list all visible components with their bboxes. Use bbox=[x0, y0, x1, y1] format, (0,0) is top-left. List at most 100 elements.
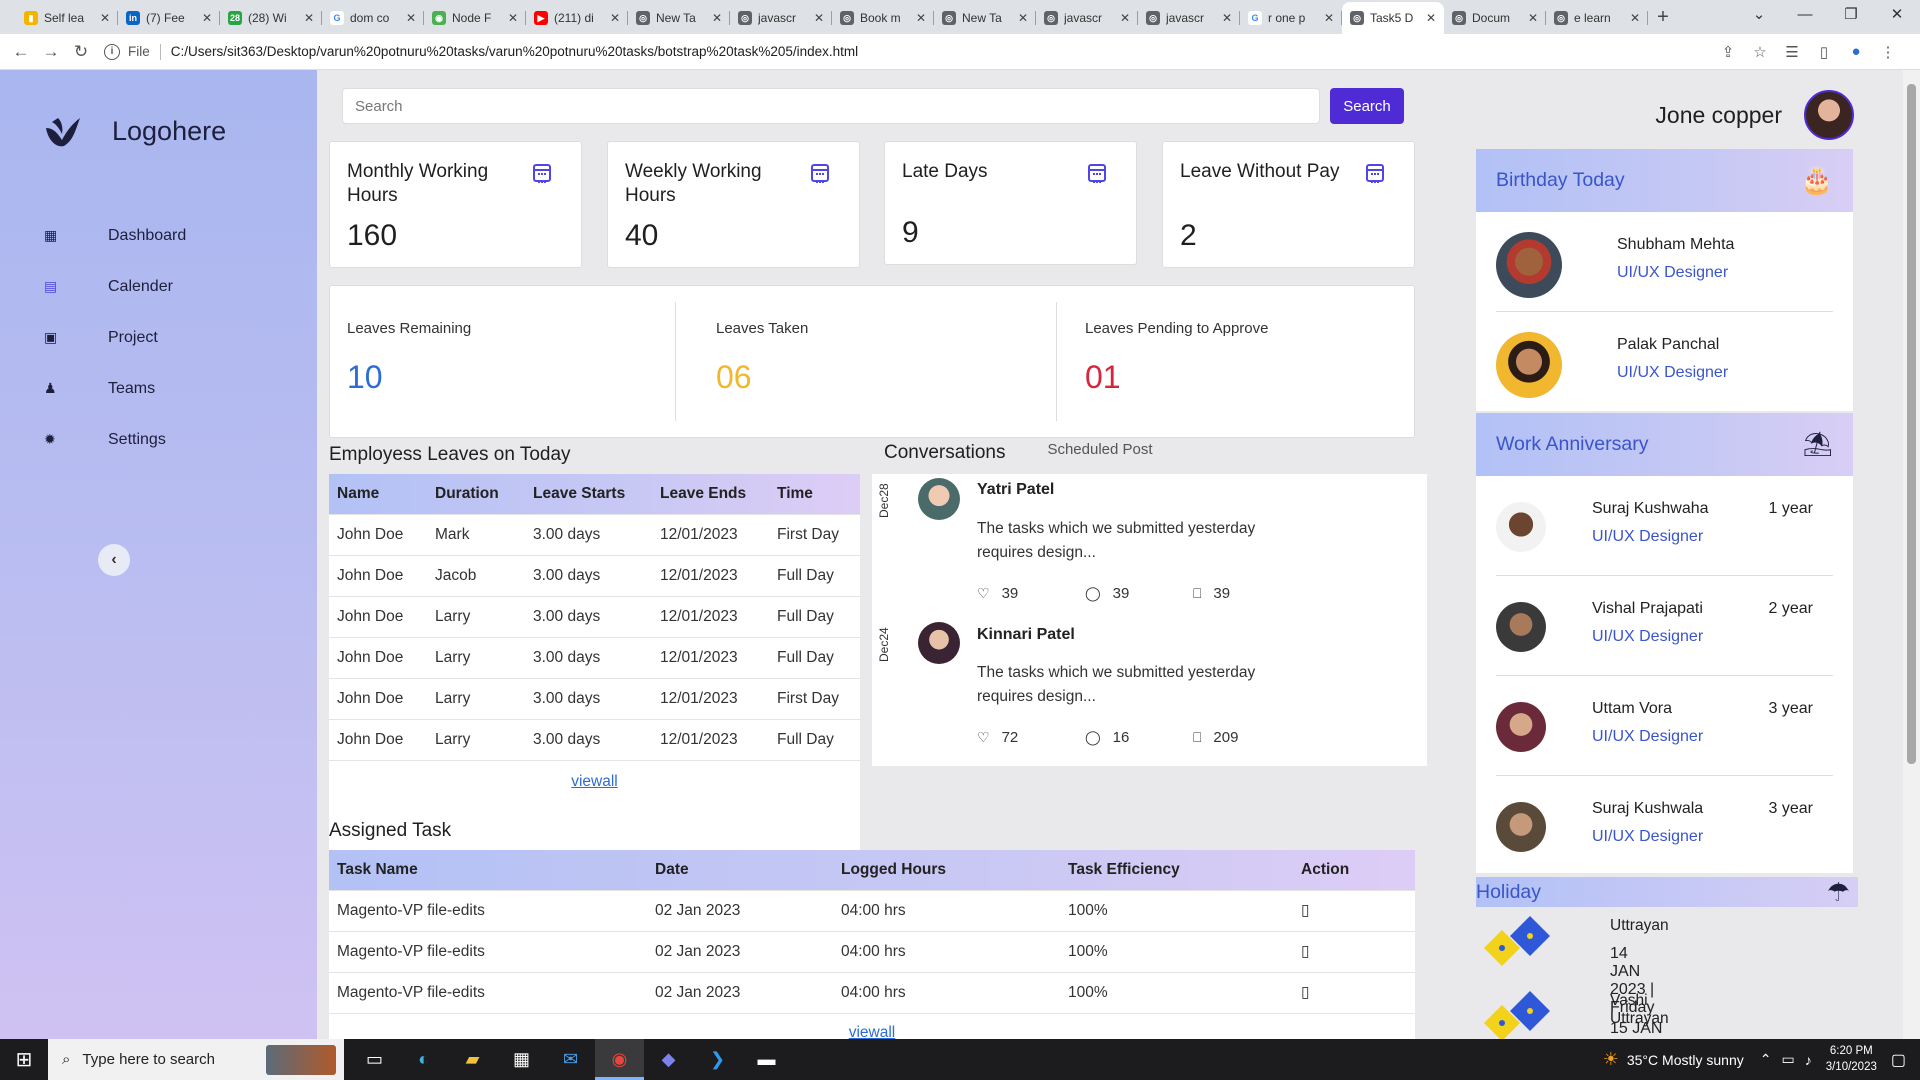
comments[interactable]: ◯ 39 bbox=[1085, 585, 1193, 602]
url-text[interactable]: C:/Users/sit363/Desktop/varun%20potnuru%… bbox=[171, 44, 858, 59]
viewall-link[interactable]: viewall bbox=[571, 773, 618, 790]
sidebar-item-calender[interactable]: ▤ Calender bbox=[44, 261, 186, 312]
browser-tab[interactable]: ◎ e learn ✕ bbox=[1546, 2, 1648, 34]
page-scrollbar[interactable] bbox=[1903, 70, 1920, 1039]
browser-tab[interactable]: ◎ New Ta ✕ bbox=[628, 2, 730, 34]
browser-tab[interactable]: ▶ (211) di ✕ bbox=[526, 2, 628, 34]
side-panel-icon[interactable]: ▯ bbox=[1808, 43, 1840, 61]
browser-tab[interactable]: Gr one p ✕ bbox=[1240, 2, 1342, 34]
table-cell[interactable]: ▯ bbox=[1293, 971, 1415, 1013]
chrome-icon[interactable]: ◉ bbox=[595, 1039, 644, 1080]
tab-close-icon[interactable]: ✕ bbox=[1528, 11, 1538, 25]
logo[interactable]: Logohere bbox=[44, 114, 226, 148]
browser-tab[interactable]: in (7) Fee ✕ bbox=[118, 2, 220, 34]
restore-button[interactable]: ❐ bbox=[1828, 0, 1874, 34]
clock[interactable]: 6:20 PM 3/10/2023 bbox=[1826, 1044, 1877, 1075]
tab-scheduled-post[interactable]: Scheduled Post bbox=[1047, 441, 1152, 458]
table-cell[interactable]: ▯ bbox=[1293, 889, 1415, 931]
table-cell[interactable]: ▯ bbox=[1293, 930, 1415, 972]
windows-start-icon[interactable]: ⊞ bbox=[0, 1047, 48, 1072]
browser-tab[interactable]: ◎ New Ta ✕ bbox=[934, 2, 1036, 34]
avatar[interactable] bbox=[1804, 90, 1854, 140]
conversation-post[interactable]: Dec24 Kinnari Patel The tasks which we s… bbox=[872, 618, 1427, 766]
url-field[interactable]: i File C:/Users/sit363/Desktop/varun%20p… bbox=[104, 38, 1712, 66]
likes[interactable]: ♡ 39 bbox=[977, 585, 1085, 602]
browser-tab[interactable]: ◎ javascr ✕ bbox=[730, 2, 832, 34]
tab-close-icon[interactable]: ✕ bbox=[202, 11, 212, 25]
anniversary-person[interactable]: Suraj Kushwaha UI/UX Designer 1 year bbox=[1496, 476, 1833, 576]
saves[interactable]: ⎕ 209 bbox=[1193, 729, 1301, 746]
saves[interactable]: ⎕ 39 bbox=[1193, 585, 1301, 602]
tab-close-icon[interactable]: ✕ bbox=[712, 11, 722, 25]
sidebar-item-project[interactable]: ▣ Project bbox=[44, 312, 186, 363]
birthday-person[interactable]: Palak Panchal UI/UX Designer bbox=[1496, 312, 1833, 412]
menu-kebab-icon[interactable]: ⋮ bbox=[1872, 43, 1904, 61]
browser-tab[interactable]: Gdom co ✕ bbox=[322, 2, 424, 34]
close-window-button[interactable]: ✕ bbox=[1874, 0, 1920, 34]
comments[interactable]: ◯ 16 bbox=[1085, 729, 1193, 746]
back-button[interactable]: ← bbox=[6, 42, 36, 62]
browser-tab[interactable]: ◎ javascr ✕ bbox=[1138, 2, 1240, 34]
minimize-button[interactable]: — bbox=[1782, 0, 1828, 34]
tab-close-icon[interactable]: ✕ bbox=[1222, 11, 1232, 25]
new-tab-button[interactable]: + bbox=[1648, 2, 1678, 34]
tab-close-icon[interactable]: ✕ bbox=[100, 11, 110, 25]
task-view-icon[interactable]: ▭ bbox=[350, 1039, 399, 1080]
weather-text[interactable]: 35°C Mostly sunny bbox=[1627, 1052, 1744, 1068]
browser-tab[interactable]: 28 (28) Wi ✕ bbox=[220, 2, 322, 34]
notification-icon[interactable]: ▢ bbox=[1891, 1050, 1906, 1070]
tray-chevron-icon[interactable]: ⌃ bbox=[1760, 1051, 1772, 1068]
tab-close-icon[interactable]: ✕ bbox=[406, 11, 416, 25]
network-icon[interactable]: ▭ bbox=[1781, 1051, 1794, 1068]
tab-close-icon[interactable]: ✕ bbox=[1630, 11, 1640, 25]
tab-close-icon[interactable]: ✕ bbox=[610, 11, 620, 25]
tab-search-icon[interactable]: ⌄ bbox=[1736, 0, 1782, 34]
conversation-post[interactable]: Dec28 Yatri Patel The tasks which we sub… bbox=[872, 474, 1427, 618]
volume-icon[interactable]: ♪ bbox=[1805, 1052, 1812, 1068]
user-profile[interactable]: Jone copper bbox=[1655, 90, 1854, 140]
browser-tab[interactable]: ▮ Self lea ✕ bbox=[16, 2, 118, 34]
browser-tab[interactable]: ◎ Book m ✕ bbox=[832, 2, 934, 34]
tab-close-icon[interactable]: ✕ bbox=[814, 11, 824, 25]
browser-tab[interactable]: ◎ javascr ✕ bbox=[1036, 2, 1138, 34]
tab-close-icon[interactable]: ✕ bbox=[1426, 11, 1436, 25]
site-info-icon[interactable]: i bbox=[104, 43, 120, 60]
edge-icon[interactable]: ◐ bbox=[399, 1039, 448, 1080]
mail-icon[interactable]: ✉ bbox=[546, 1039, 595, 1080]
search-input[interactable] bbox=[342, 88, 1320, 124]
sidebar-item-dashboard[interactable]: ▦ Dashboard bbox=[44, 210, 186, 261]
anniversary-person[interactable]: Uttam Vora UI/UX Designer 3 year bbox=[1496, 676, 1833, 776]
search-button[interactable]: Search bbox=[1330, 88, 1404, 124]
store-icon[interactable]: ▦ bbox=[497, 1039, 546, 1080]
share-icon[interactable]: ⇪ bbox=[1712, 43, 1744, 61]
browser-tab[interactable]: ◎ Docum ✕ bbox=[1444, 2, 1546, 34]
sidebar-collapse-button[interactable]: ‹ bbox=[98, 544, 130, 576]
reload-button[interactable]: ↻ bbox=[66, 42, 96, 62]
browser-tab[interactable]: ◎ Task5 D ✕ bbox=[1342, 2, 1444, 34]
browser-tab[interactable]: ◉ Node F ✕ bbox=[424, 2, 526, 34]
reading-list-icon[interactable]: ☰ bbox=[1776, 43, 1808, 61]
scrollbar-thumb[interactable] bbox=[1907, 84, 1916, 764]
anniversary-person[interactable]: Suraj Kushwala UI/UX Designer 3 year bbox=[1496, 776, 1833, 876]
likes[interactable]: ♡ 72 bbox=[977, 729, 1085, 746]
anniversary-person[interactable]: Vishal Prajapati UI/UX Designer 2 year bbox=[1496, 576, 1833, 676]
tab-close-icon[interactable]: ✕ bbox=[916, 11, 926, 25]
tab-close-icon[interactable]: ✕ bbox=[1324, 11, 1334, 25]
viewall-link[interactable]: viewall bbox=[849, 1024, 896, 1039]
tab-close-icon[interactable]: ✕ bbox=[1018, 11, 1028, 25]
tab-conversations[interactable]: Conversations bbox=[884, 442, 1005, 464]
file-explorer-icon[interactable]: ▰ bbox=[448, 1039, 497, 1080]
vscode-icon[interactable]: ❯ bbox=[693, 1039, 742, 1080]
tab-close-icon[interactable]: ✕ bbox=[508, 11, 518, 25]
sidebar-item-settings[interactable]: ✹ Settings bbox=[44, 414, 186, 465]
profile-avatar-icon[interactable]: ● bbox=[1840, 43, 1872, 61]
tab-close-icon[interactable]: ✕ bbox=[1120, 11, 1130, 25]
teams-app-icon[interactable]: ◆ bbox=[644, 1039, 693, 1080]
terminal-icon[interactable]: ▬ bbox=[742, 1039, 791, 1080]
forward-button[interactable]: → bbox=[36, 42, 66, 62]
taskbar-search[interactable]: ⌕ Type here to search bbox=[48, 1039, 344, 1080]
sidebar-item-teams[interactable]: ♟ Teams bbox=[44, 363, 186, 414]
birthday-person[interactable]: Shubham Mehta UI/UX Designer bbox=[1496, 212, 1833, 312]
bookmark-star-icon[interactable]: ☆ bbox=[1744, 43, 1776, 61]
tab-close-icon[interactable]: ✕ bbox=[304, 11, 314, 25]
